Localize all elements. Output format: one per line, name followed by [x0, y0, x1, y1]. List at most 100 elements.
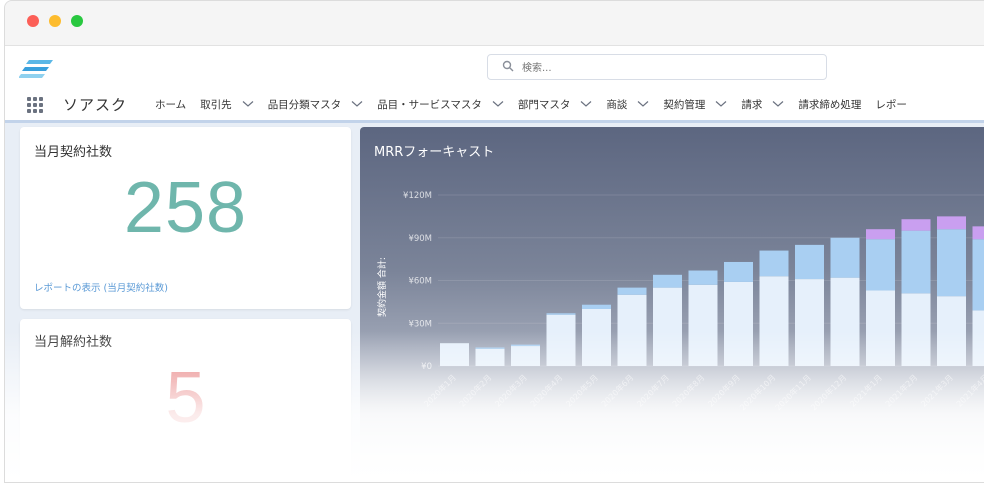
x-tick-label: 2021年1月 [848, 372, 884, 408]
close-window-button[interactable] [27, 15, 39, 27]
nav-tab[interactable]: 取引先 [200, 97, 254, 112]
nav-tab-label: 取引先 [200, 97, 232, 112]
maximize-window-button[interactable] [71, 15, 83, 27]
nav-tab[interactable]: 商談 [606, 97, 649, 112]
bar-segment[interactable] [476, 349, 505, 366]
y-tick-label: ¥60M [408, 277, 432, 287]
nav-tab[interactable]: 品目分類マスタ [268, 97, 364, 112]
nav-tab[interactable]: 請求 [741, 97, 784, 112]
bar-segment[interactable] [902, 293, 931, 366]
x-tick-label: 2020年4月 [528, 372, 564, 408]
nav-tab-label: 契約管理 [663, 97, 705, 112]
x-tick-label: 2021年3月 [919, 372, 955, 408]
bar-segment[interactable] [689, 285, 718, 366]
chevron-down-icon[interactable] [242, 100, 254, 108]
nav-tab-label: 商談 [606, 97, 627, 112]
window-titlebar [5, 1, 984, 46]
app-header [5, 46, 984, 88]
y-tick-label: ¥30M [408, 319, 432, 329]
x-tick-label: 2020年12月 [808, 372, 848, 412]
nav-tabs: ホーム取引先 品目分類マスタ品目・サービスマスタ 部門マスタ商談 契約管理 請求 請求締め… [155, 88, 921, 120]
bar-segment[interactable] [653, 288, 682, 366]
cancellations-this-month-card: 当月解約社数 5 [20, 319, 351, 483]
view-report-link[interactable]: レポートの表示 (当月契約社数) [34, 280, 168, 294]
y-tick-label: ¥0 [421, 362, 432, 372]
nav-tab-label: 請求 [741, 97, 762, 112]
chevron-down-icon[interactable] [715, 100, 727, 108]
app-name: ソアスク [63, 94, 127, 115]
bar-segment[interactable] [760, 276, 789, 366]
bar-segment[interactable] [511, 346, 540, 366]
minimize-window-button[interactable] [49, 15, 61, 27]
nav-tab[interactable]: 品目・サービスマスタ [377, 97, 504, 112]
global-search[interactable] [487, 54, 827, 80]
bar-segment[interactable] [831, 278, 860, 366]
x-tick-label: 2020年5月 [564, 372, 600, 408]
search-input[interactable] [520, 58, 814, 78]
bar-segment[interactable] [618, 295, 647, 366]
x-tick-label: 2020年6月 [599, 372, 635, 408]
bar-segment[interactable] [937, 216, 966, 229]
y-axis-label: 契約金額 合計: [376, 257, 388, 317]
bar-segment[interactable] [547, 313, 576, 314]
bar-segment[interactable] [973, 239, 984, 310]
bar-segment[interactable] [902, 231, 931, 294]
bar-segment[interactable] [653, 275, 682, 288]
cancellations-count: 5 [20, 357, 351, 439]
nav-tab[interactable]: ホーム [155, 97, 186, 112]
bar-segment[interactable] [511, 345, 540, 346]
nav-tab-label: 請求締め処理 [798, 97, 861, 112]
y-tick-label: ¥90M [408, 234, 432, 244]
nav-tab[interactable]: 請求締め処理 [798, 97, 861, 112]
contracts-count: 258 [20, 167, 351, 249]
bar-segment[interactable] [582, 309, 611, 366]
search-icon [502, 60, 514, 72]
bar-segment[interactable] [973, 226, 984, 239]
bar-segment[interactable] [937, 229, 966, 296]
bar-segment[interactable] [547, 315, 576, 366]
chevron-down-icon[interactable] [580, 100, 592, 108]
nav-tab-label: 品目・サービスマスタ [377, 97, 482, 112]
nav-tab[interactable]: 部門マスタ [518, 97, 593, 112]
bar-segment[interactable] [902, 219, 931, 230]
bar-segment[interactable] [476, 347, 505, 348]
x-tick-label: 2020年3月 [493, 372, 529, 408]
bar-segment[interactable] [795, 245, 824, 279]
bar-segment[interactable] [831, 238, 860, 278]
chevron-down-icon[interactable] [351, 100, 363, 108]
app-nav-bar: ソアスク ホーム取引先 品目分類マスタ品目・サービスマスタ 部門マスタ商談 契約管理 請… [5, 88, 984, 123]
y-tick-label: ¥120M [403, 191, 432, 201]
bar-segment[interactable] [724, 262, 753, 282]
chevron-down-icon[interactable] [492, 100, 504, 108]
browser-window: ソアスク ホーム取引先 品目分類マスタ品目・サービスマスタ 部門マスタ商談 契約管理 請… [4, 0, 984, 483]
bar-segment[interactable] [724, 282, 753, 366]
x-tick-label: 2020年9月 [706, 372, 742, 408]
app-launcher-icon[interactable] [27, 97, 43, 113]
x-tick-label: 2020年8月 [670, 372, 706, 408]
bar-segment[interactable] [937, 296, 966, 366]
bar-segment[interactable] [760, 251, 789, 277]
x-tick-label: 2021年4月 [954, 372, 984, 408]
bar-segment[interactable] [618, 288, 647, 295]
chevron-down-icon[interactable] [637, 100, 649, 108]
bar-segment[interactable] [866, 290, 895, 366]
contracts-this-month-card: 当月契約社数 258 レポートの表示 (当月契約社数) [20, 127, 351, 309]
x-tick-label: 2020年1月 [422, 372, 458, 408]
bar-segment[interactable] [795, 279, 824, 366]
app-logo[interactable] [19, 58, 55, 80]
bar-segment[interactable] [973, 310, 984, 366]
bar-segment[interactable] [866, 229, 895, 239]
bar-segment[interactable] [582, 305, 611, 309]
nav-tab[interactable]: 契約管理 [663, 97, 727, 112]
x-tick-label: 2020年11月 [773, 372, 813, 412]
bar-segment[interactable] [689, 271, 718, 285]
card-title: 当月解約社数 [34, 331, 112, 350]
x-tick-label: 2020年10月 [737, 372, 777, 412]
bar-segment[interactable] [866, 239, 895, 290]
nav-tab[interactable]: レポー [875, 97, 907, 112]
bar-segment[interactable] [440, 343, 469, 366]
chevron-down-icon[interactable] [772, 100, 784, 108]
x-tick-label: 2021年2月 [883, 372, 919, 408]
card-title: 当月契約社数 [34, 141, 112, 160]
mrr-forecast-card: MRRフォーキャスト 契約金額 合計:¥120M¥90M¥60M¥30M¥020… [360, 127, 984, 483]
